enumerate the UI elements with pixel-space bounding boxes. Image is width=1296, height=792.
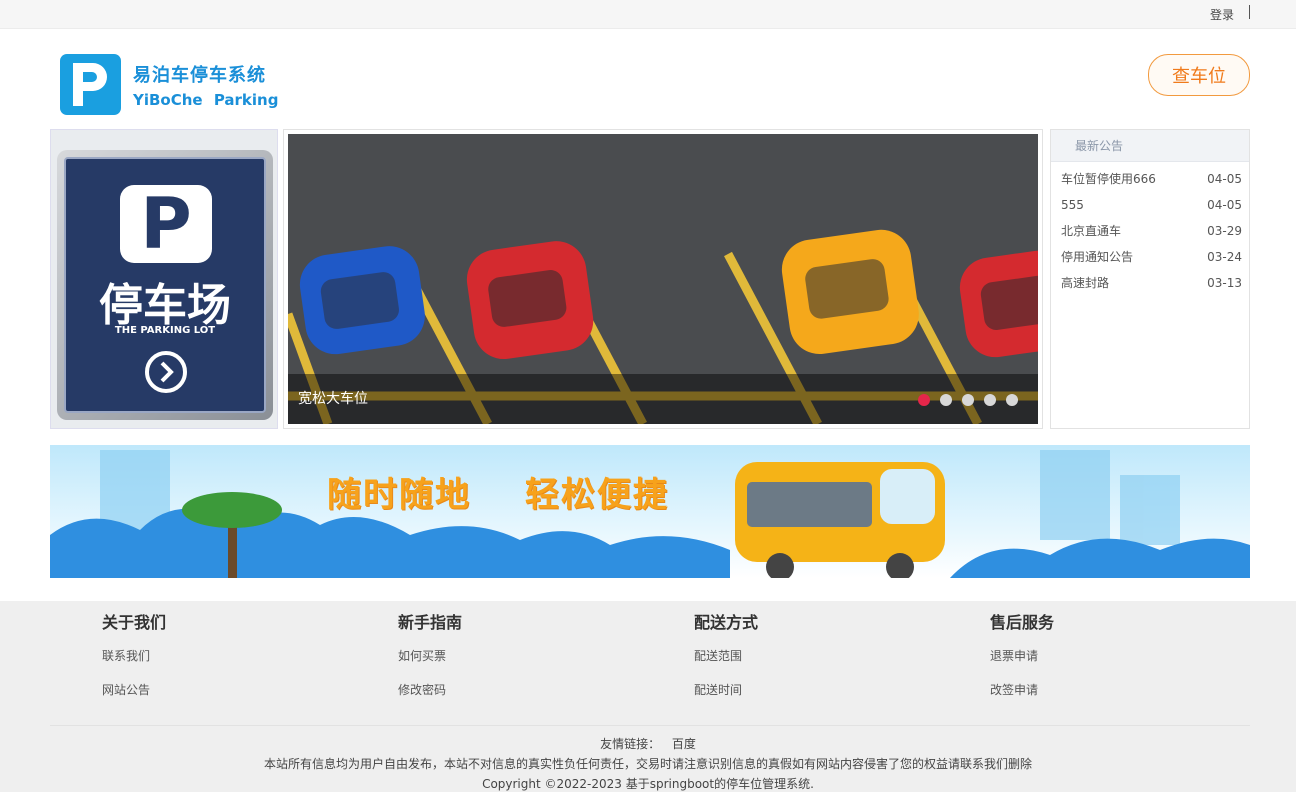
main-row: P 停车场 THE PARKING LOT 宽松大车位 最新公告 车位暂停使用6…: [50, 129, 1250, 429]
notice-date: 04-05: [1207, 172, 1242, 186]
sign-title-en: THE PARKING LOT: [114, 325, 216, 336]
footer-col-title: 配送方式: [694, 613, 759, 632]
latest-notices-panel: 最新公告 车位暂停使用666 04-05 555 04-05 北京直通车 03-…: [1050, 129, 1250, 429]
notice-item[interactable]: 555 04-05: [1051, 192, 1249, 218]
carousel-dot-2[interactable]: [940, 394, 952, 406]
logo-title-en: YiBoChe Parking: [133, 90, 279, 109]
carousel-dot-5[interactable]: [1006, 394, 1018, 406]
footer-col-guide: 新手指南: [398, 609, 462, 633]
carousel-dot-3[interactable]: [962, 394, 974, 406]
footer-col-title: 关于我们: [102, 613, 167, 632]
notice-item[interactable]: 车位暂停使用666 04-05: [1051, 166, 1249, 192]
footer-link[interactable]: 配送范围: [694, 647, 742, 664]
notices-title: 最新公告: [1051, 130, 1249, 162]
carousel-indicators: [918, 394, 1018, 406]
footer-col-service: 售后服务: [990, 609, 1054, 633]
top-bar: 登录: [0, 0, 1296, 29]
notice-item[interactable]: 北京直通车 03-29: [1051, 218, 1249, 244]
friend-links: 友情链接： 百度: [0, 735, 1296, 752]
notice-list: 车位暂停使用666 04-05 555 04-05 北京直通车 03-29 停用…: [1051, 162, 1249, 296]
notice-title: 停用通知公告: [1061, 250, 1134, 264]
footer-link[interactable]: 如何买票: [398, 647, 446, 664]
footer-copyright: Copyright ©2022-2023 基于springboot的停车位管理系…: [482, 777, 814, 791]
parking-sign-image: P 停车场 THE PARKING LOT: [57, 150, 273, 420]
carousel-dot-4[interactable]: [984, 394, 996, 406]
image-carousel[interactable]: 宽松大车位: [283, 129, 1043, 429]
notice-date: 03-29: [1207, 224, 1242, 238]
carousel-dot-1[interactable]: [918, 394, 930, 406]
carousel-slide[interactable]: 宽松大车位: [288, 134, 1038, 424]
parking-logo-icon: [60, 54, 121, 115]
site-logo[interactable]: 易泊车停车系统 YiBoChe Parking: [60, 54, 278, 115]
notice-title: 555: [1061, 198, 1084, 212]
footer-link[interactable]: 联系我们: [102, 647, 150, 664]
friend-link-baidu[interactable]: 百度: [672, 737, 696, 751]
banner-slogan: 随时随地 轻松便捷: [327, 475, 669, 515]
sign-p-letter: P: [120, 185, 212, 263]
footer-disclaimer: 本站所有信息均为用户自由发布，本站不对信息的真实性负任何责任，交易时请注意识别信…: [263, 757, 1032, 771]
notice-item[interactable]: 停用通知公告 03-24: [1051, 244, 1249, 270]
footer-link[interactable]: 修改密码: [398, 681, 446, 698]
notice-title: 高速封路: [1061, 276, 1110, 290]
footer-link[interactable]: 改签申请: [990, 681, 1038, 698]
footer-col-title: 售后服务: [990, 613, 1055, 632]
footer-col-delivery: 配送方式: [694, 609, 758, 633]
carousel-caption: 宽松大车位: [298, 391, 368, 407]
friend-links-label: 友情链接：: [600, 737, 661, 751]
footer-col-title: 新手指南: [398, 613, 463, 632]
find-parking-button[interactable]: 查车位: [1148, 54, 1250, 96]
footer-link[interactable]: 网站公告: [102, 681, 150, 698]
footer-link[interactable]: 配送时间: [694, 681, 742, 698]
notice-date: 03-24: [1207, 250, 1242, 264]
notice-date: 04-05: [1207, 198, 1242, 212]
sign-title-cn: 停车场: [99, 280, 231, 331]
notice-title: 车位暂停使用666: [1061, 172, 1156, 186]
footer: 关于我们 联系我们 网站公告 新手指南 如何买票 修改密码 配送方式 配送范围 …: [0, 601, 1296, 792]
notice-item[interactable]: 高速封路 03-13: [1051, 270, 1249, 296]
p-letter-icon: [73, 63, 107, 106]
notice-title: 北京直通车: [1061, 224, 1122, 238]
parking-lot-sign-panel[interactable]: P 停车场 THE PARKING LOT: [50, 129, 278, 429]
topbar-divider: [1249, 5, 1250, 19]
notice-date: 03-13: [1207, 276, 1242, 290]
footer-link[interactable]: 退票申请: [990, 647, 1038, 664]
footer-col-about: 关于我们: [102, 609, 166, 633]
promo-banner[interactable]: 随时随地 轻松便捷: [50, 445, 1250, 578]
header: 易泊车停车系统 YiBoChe Parking 查车位: [0, 29, 1296, 129]
footer-divider: [50, 725, 1250, 726]
chevron-right-icon: [145, 351, 187, 393]
login-link[interactable]: 登录: [1210, 6, 1234, 23]
logo-title-cn: 易泊车停车系统: [133, 64, 266, 86]
